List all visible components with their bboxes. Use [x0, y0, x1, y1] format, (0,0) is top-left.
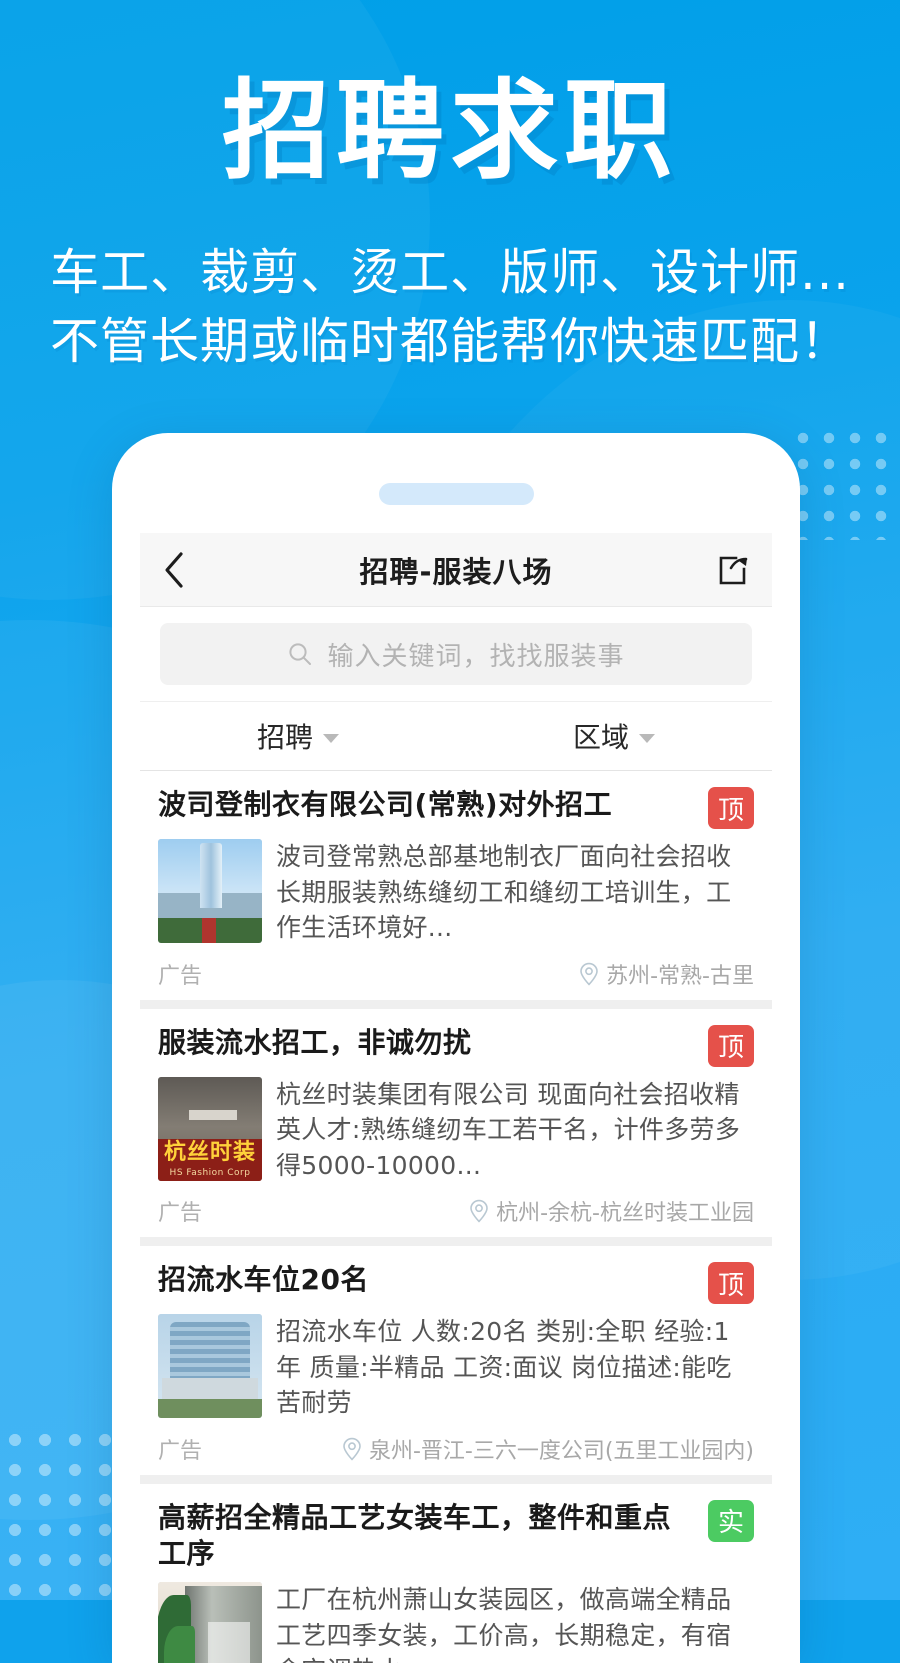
- phone-mockup: 招聘-服装八场 输入关键词，找找服装事 招聘: [112, 433, 800, 1663]
- chevron-down-icon: [323, 734, 339, 743]
- job-meta: 广告: [158, 1195, 202, 1227]
- job-thumbnail: [158, 1582, 262, 1663]
- job-thumbnail: [158, 1314, 262, 1418]
- status-badge: 顶: [708, 1262, 754, 1304]
- job-title: 服装流水招工，非诚勿扰: [158, 1025, 696, 1061]
- hero-subtitle-line-2: 不管长期或临时都能帮你快速匹配！: [0, 308, 900, 377]
- job-description: 波司登常熟总部基地制衣厂面向社会招收长期服装熟练缝纫工和缝纫工培训生，工作生活环…: [276, 839, 754, 946]
- status-badge: 实: [708, 1500, 754, 1542]
- job-description: 工厂在杭州萧山女装园区，做高端全精品工艺四季女装，工价高，长期稳定，有宿舍空调热…: [276, 1582, 754, 1663]
- filter-tab-area[interactable]: 区域: [456, 702, 772, 770]
- phone-screen: 招聘-服装八场 输入关键词，找找服装事 招聘: [140, 533, 772, 1663]
- dot-grid-top-right: [790, 425, 900, 540]
- filter-tab-area-label: 区域: [573, 716, 629, 756]
- search-input[interactable]: 输入关键词，找找服装事: [160, 623, 752, 685]
- share-icon: [716, 553, 750, 587]
- list-item[interactable]: 招流水车位20名 顶 招流水车位 人数:20名 类别:全职 经验:1年 质量:半…: [140, 1246, 772, 1475]
- back-button[interactable]: [162, 551, 204, 589]
- job-description: 杭丝时装集团有限公司 现面向社会招收精英人才:熟练缝纫车工若干名，计件多劳多得5…: [276, 1077, 754, 1184]
- job-thumbnail: 杭丝时装HS Fashion Corp: [158, 1077, 262, 1181]
- location-pin-icon: [579, 962, 599, 986]
- job-list: 波司登制衣有限公司(常熟)对外招工 顶 波司登常熟总部基地制衣厂面向社会招收长期…: [140, 771, 772, 1663]
- chevron-left-icon: [162, 551, 184, 589]
- job-thumbnail: [158, 839, 262, 943]
- dot-grid-bottom-left: [0, 1425, 116, 1600]
- filter-tab-recruit[interactable]: 招聘: [140, 702, 456, 770]
- hero-subtitle-line-1: 车工、裁剪、烫工、版师、设计师...: [0, 239, 900, 308]
- status-badge: 顶: [708, 787, 754, 829]
- location-pin-icon: [469, 1199, 489, 1223]
- job-title: 高薪招全精品工艺女装车工，整件和重点工序: [158, 1500, 696, 1573]
- job-location: 苏州-常熟-古里: [579, 958, 754, 990]
- job-location: 杭州-余杭-杭丝时装工业园: [469, 1195, 754, 1227]
- job-title: 波司登制衣有限公司(常熟)对外招工: [158, 787, 696, 823]
- chevron-down-icon: [639, 734, 655, 743]
- list-item[interactable]: 高薪招全精品工艺女装车工，整件和重点工序 实 工厂在杭州萧山女装园区，做高端全精…: [140, 1484, 772, 1663]
- job-meta: 广告: [158, 958, 202, 990]
- app-navbar: 招聘-服装八场: [140, 533, 772, 607]
- filter-bar: 招聘 区域: [140, 701, 772, 771]
- share-button[interactable]: [708, 553, 750, 587]
- search-icon: [287, 641, 313, 667]
- job-location-text: 苏州-常熟-古里: [606, 958, 754, 990]
- job-meta: 广告: [158, 1433, 202, 1465]
- phone-speaker: [379, 483, 534, 505]
- search-placeholder: 输入关键词，找找服装事: [327, 636, 624, 673]
- job-location-text: 泉州-晋江-三六一度公司(五里工业园内): [369, 1433, 754, 1465]
- list-item[interactable]: 波司登制衣有限公司(常熟)对外招工 顶 波司登常熟总部基地制衣厂面向社会招收长期…: [140, 771, 772, 1000]
- hero-section: 招聘求职 车工、裁剪、烫工、版师、设计师... 不管长期或临时都能帮你快速匹配！: [0, 0, 900, 376]
- page-title: 招聘-服装八场: [204, 549, 708, 591]
- list-item[interactable]: 服装流水招工，非诚勿扰 顶 杭丝时装HS Fashion Corp 杭丝时装集团…: [140, 1009, 772, 1238]
- search-bar-container: 输入关键词，找找服装事: [140, 607, 772, 701]
- filter-tab-recruit-label: 招聘: [257, 716, 313, 756]
- job-title: 招流水车位20名: [158, 1262, 696, 1298]
- job-description: 招流水车位 人数:20名 类别:全职 经验:1年 质量:半精品 工资:面议 岗位…: [276, 1314, 754, 1421]
- job-location: 泉州-晋江-三六一度公司(五里工业园内): [342, 1433, 754, 1465]
- job-location-text: 杭州-余杭-杭丝时装工业园: [496, 1195, 754, 1227]
- location-pin-icon: [342, 1437, 362, 1461]
- hero-title: 招聘求职: [0, 72, 900, 193]
- status-badge: 顶: [708, 1025, 754, 1067]
